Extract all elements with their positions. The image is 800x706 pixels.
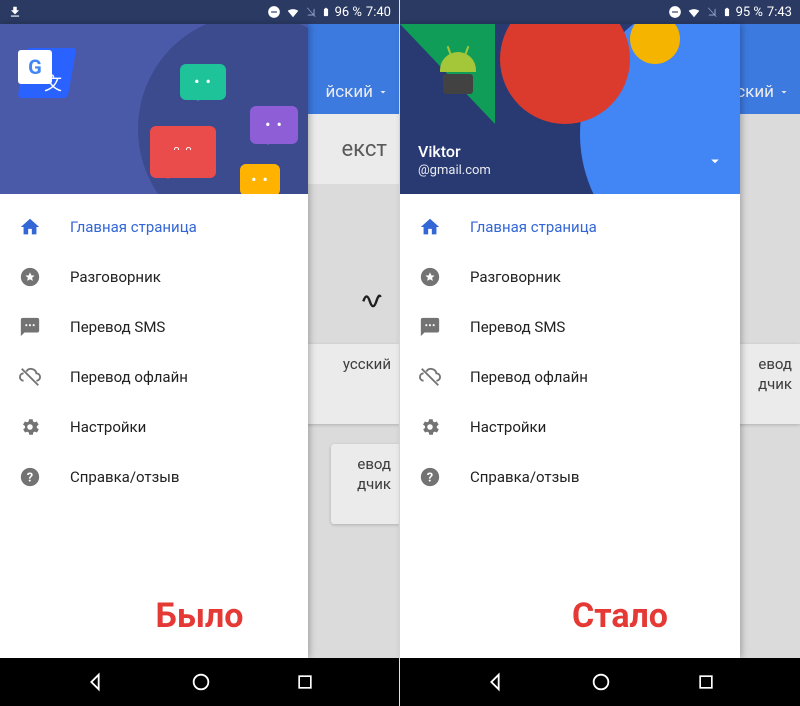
drawer-header: G 文 • • • • ᵔ ᵔ • •: [0, 24, 308, 194]
dnd-icon: [668, 5, 682, 19]
nav-item-label: Перевод SMS: [70, 318, 165, 336]
home-button[interactable]: [590, 671, 612, 693]
nav-item-label: Настройки: [70, 418, 146, 436]
nav-item-label: Настройки: [470, 418, 546, 436]
nav-item-label: Главная страница: [70, 218, 197, 236]
help-icon: ?: [418, 465, 442, 489]
nav-item-home[interactable]: Главная страница: [0, 202, 308, 252]
status-bar: 95 % 7:43: [400, 0, 800, 24]
status-bar: 96 % 7:40: [0, 0, 399, 24]
wifi-icon: [686, 5, 702, 19]
sms-icon: [18, 315, 42, 339]
home-icon: [18, 215, 42, 239]
no-sim-icon: [706, 5, 718, 19]
account-block[interactable]: Viktor @gmail.com: [418, 142, 491, 178]
nav-item-sms[interactable]: Перевод SMS: [0, 302, 308, 352]
card-peek-1[interactable]: еводдчик: [732, 344, 800, 424]
nav-item-label: Справка/отзыв: [70, 468, 179, 486]
android-avatar-icon: [430, 52, 485, 107]
account-toggle[interactable]: [706, 152, 724, 174]
no-sim-icon: [305, 5, 317, 19]
handwriting-icon[interactable]: [359, 284, 385, 314]
google-translate-logo: G 文: [16, 48, 66, 98]
speech-bubble-icon: ᵔ ᵔ: [150, 126, 216, 178]
cloud-off-icon: [418, 365, 442, 389]
sms-icon: [418, 315, 442, 339]
recents-button[interactable]: [295, 672, 315, 692]
svg-text:?: ?: [427, 471, 433, 486]
nav-item-label: Перевод офлайн: [470, 368, 588, 386]
nav-item-home[interactable]: Главная страница: [400, 202, 740, 252]
battery-icon: [722, 5, 732, 19]
nav-item-label: Разговорник: [70, 268, 161, 286]
speech-bubble-icon: • •: [240, 164, 280, 194]
download-icon: [8, 5, 22, 19]
nav-list: Главная страница Разговорник Перевод SMS…: [400, 194, 740, 510]
nav-item-settings[interactable]: Настройки: [0, 402, 308, 452]
nav-item-phrasebook[interactable]: Разговорник: [0, 252, 308, 302]
nav-item-offline[interactable]: Перевод офлайн: [0, 352, 308, 402]
battery-percent: 95 %: [736, 5, 763, 20]
recents-button[interactable]: [696, 672, 716, 692]
nav-item-label: Перевод офлайн: [70, 368, 188, 386]
nav-item-label: Справка/отзыв: [470, 468, 579, 486]
battery-icon: [321, 5, 331, 19]
nav-drawer: G 文 • • • • ᵔ ᵔ • • Главная страница Раз…: [0, 24, 308, 658]
system-navbar: [0, 658, 399, 706]
chevron-down-icon: [377, 86, 389, 98]
nav-list: Главная страница Разговорник Перевод SMS…: [0, 194, 308, 510]
star-icon: [418, 265, 442, 289]
account-email: @gmail.com: [418, 163, 491, 178]
wifi-icon: [285, 5, 301, 19]
gear-icon: [18, 415, 42, 439]
nav-item-offline[interactable]: Перевод офлайн: [400, 352, 740, 402]
nav-item-label: Главная страница: [470, 218, 597, 236]
gear-icon: [418, 415, 442, 439]
dnd-icon: [267, 5, 281, 19]
battery-percent: 96 %: [335, 5, 362, 20]
nav-item-sms[interactable]: Перевод SMS: [400, 302, 740, 352]
target-language[interactable]: йский: [325, 82, 389, 102]
back-button[interactable]: [484, 671, 506, 693]
speech-bubble-icon: • •: [180, 64, 226, 100]
home-button[interactable]: [190, 671, 212, 693]
help-icon: ?: [18, 465, 42, 489]
nav-drawer: Viktor @gmail.com Главная страница Разго…: [400, 24, 740, 658]
chevron-down-icon: [706, 152, 724, 170]
speech-bubble-icon: • •: [250, 106, 298, 144]
nav-item-help[interactable]: ? Справка/отзыв: [0, 452, 308, 502]
cloud-off-icon: [18, 365, 42, 389]
clock: 7:43: [767, 5, 792, 20]
card-peek-1[interactable]: усский: [304, 344, 399, 424]
clock: 7:40: [366, 5, 391, 20]
back-button[interactable]: [84, 671, 106, 693]
chevron-down-icon: [778, 86, 790, 98]
home-icon: [418, 215, 442, 239]
drawer-header: Viktor @gmail.com: [400, 24, 740, 194]
phone-after: 95 % 7:43 йский еводдчик: [400, 0, 800, 706]
svg-text:?: ?: [27, 471, 33, 486]
nav-item-label: Разговорник: [470, 268, 561, 286]
system-navbar: [400, 658, 800, 706]
card-peek-2[interactable]: еводдчик: [331, 444, 399, 524]
star-icon: [18, 265, 42, 289]
phone-before: 96 % 7:40 йский екст усский еводдчик: [0, 0, 400, 706]
nav-item-settings[interactable]: Настройки: [400, 402, 740, 452]
account-name: Viktor: [418, 142, 491, 161]
nav-item-help[interactable]: ? Справка/отзыв: [400, 452, 740, 502]
nav-item-label: Перевод SMS: [470, 318, 565, 336]
nav-item-phrasebook[interactable]: Разговорник: [400, 252, 740, 302]
